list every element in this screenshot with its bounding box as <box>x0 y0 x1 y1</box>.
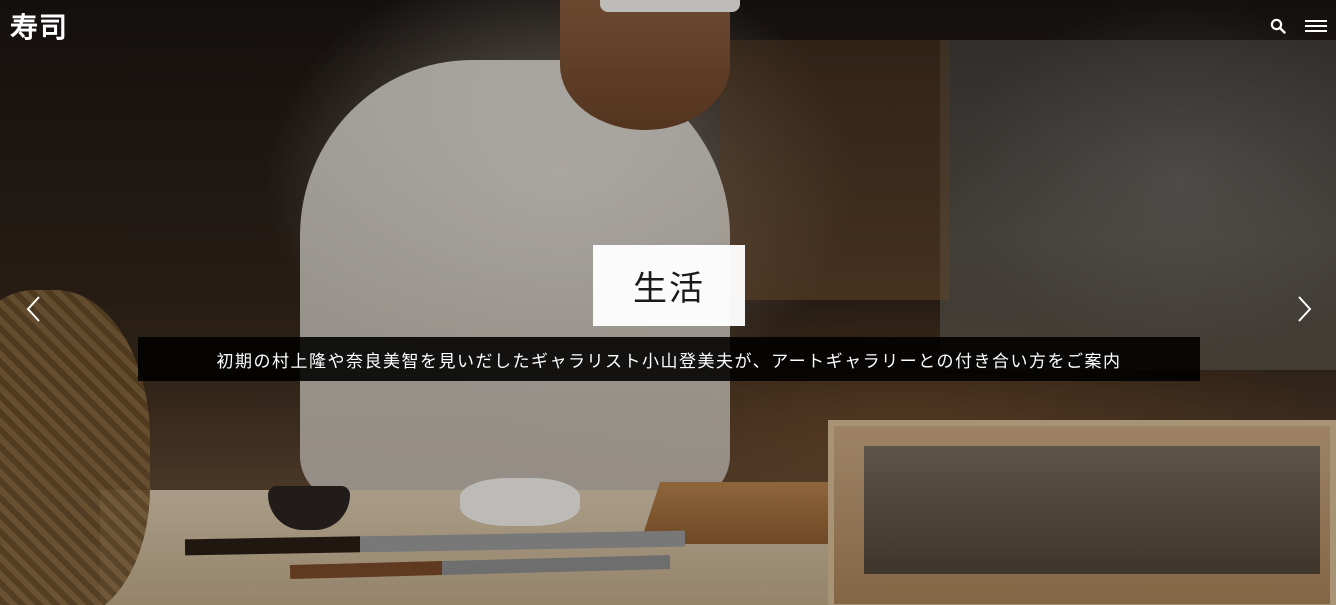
chevron-right-icon <box>1298 296 1312 322</box>
header-actions <box>1266 14 1328 38</box>
previous-slide-button[interactable] <box>18 292 48 326</box>
search-icon <box>1270 18 1286 34</box>
site-logo[interactable]: 寿司 <box>10 8 68 48</box>
menu-button[interactable] <box>1304 14 1328 38</box>
next-slide-button[interactable] <box>1290 292 1320 326</box>
chevron-left-icon <box>26 296 40 322</box>
slide-caption[interactable]: 初期の村上隆や奈良美智を見いだしたギャラリスト小山登美夫が、アートギャラリーとの… <box>138 337 1200 381</box>
menu-icon <box>1305 20 1327 32</box>
hero-slider: 寿司 生活 初期の村上隆や奈良美智を見いだしたギャラリスト小山登美夫が、アートギ… <box>0 0 1336 605</box>
search-button[interactable] <box>1266 14 1290 38</box>
category-label[interactable]: 生活 <box>593 245 745 326</box>
